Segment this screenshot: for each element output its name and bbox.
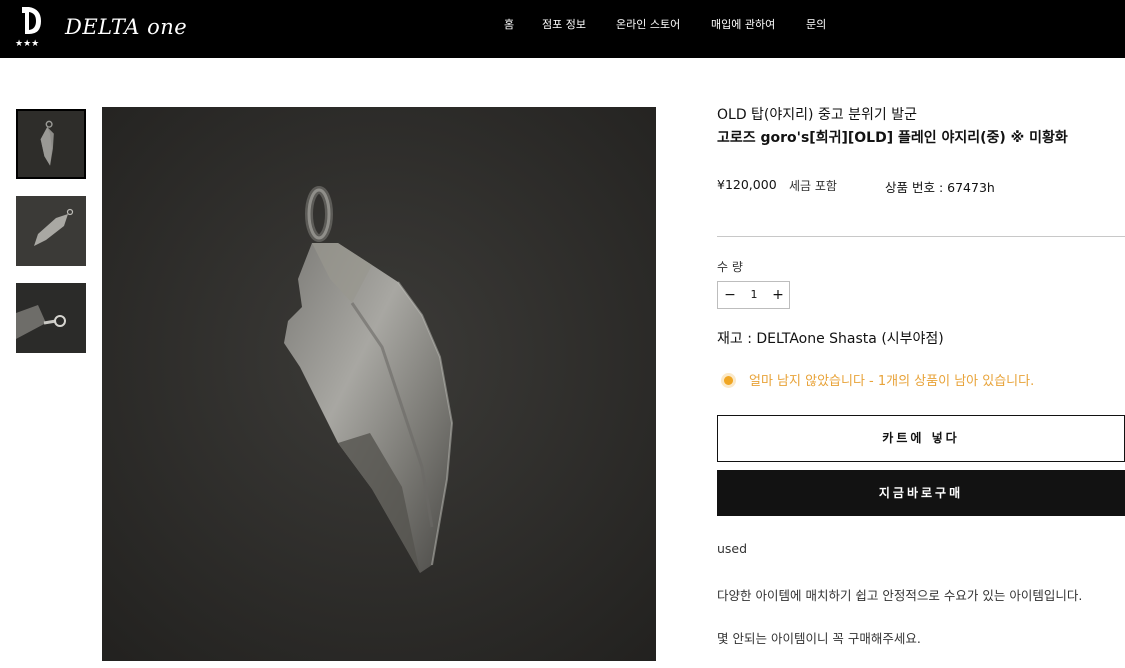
svg-text:★★★: ★★★ — [15, 39, 39, 48]
quantity-increase-button[interactable]: + — [766, 282, 790, 308]
pendant-angled-thumbnail-icon — [16, 196, 86, 266]
pendant-bail-thumbnail-icon — [16, 283, 86, 353]
buy-now-button[interactable]: 지금바로구매 — [717, 470, 1125, 516]
nav-online-store[interactable]: 온라인 스토어 — [616, 16, 680, 32]
low-stock-message: 얼마 남지 않았습니다 - 1개의 상품이 남아 있습니다. — [749, 374, 1035, 389]
low-stock-indicator-icon — [724, 376, 733, 385]
nav-store-info[interactable]: 점포 정보 — [542, 16, 586, 32]
product-price: ¥120,000 — [717, 177, 777, 192]
thumbnail-1[interactable] — [16, 109, 86, 179]
quantity-stepper: − + — [717, 281, 790, 309]
product-info: OLD 탑(야지리) 중고 분위기 발군 고로즈 goro's[희귀][OLD]… — [717, 0, 1125, 668]
thumbnail-2[interactable] — [16, 196, 86, 266]
main-product-image[interactable] — [102, 107, 656, 661]
stock-location: 재고 : DELTAone Shasta (시부야점) — [717, 331, 944, 347]
arrowhead-pendant-image-icon — [102, 107, 656, 661]
thumbnail-3[interactable] — [16, 283, 86, 353]
add-to-cart-button[interactable]: 카트에 넣다 — [717, 415, 1125, 462]
product-sku: 상품 번호 : 67473h — [885, 180, 995, 195]
quantity-input[interactable] — [742, 282, 766, 308]
nav-home[interactable]: 홈 — [504, 16, 514, 32]
quantity-decrease-button[interactable]: − — [718, 282, 742, 308]
product-description: 다양한 아이템에 매치하기 쉽고 안정적으로 수요가 있는 아이템입니다. — [717, 588, 1083, 603]
product-subtitle: OLD 탑(야지리) 중고 분위기 발군 — [717, 107, 918, 123]
product-condition: used — [717, 541, 748, 556]
product-title: 고로즈 goro's[희귀][OLD] 플레인 야지리(중) ※ 미황화 — [717, 130, 1068, 146]
tax-note: 세금 포함 — [789, 179, 837, 193]
arrowhead-pendant-thumbnail-icon — [18, 111, 84, 177]
divider — [717, 236, 1125, 237]
product-note: 몇 안되는 아이템이니 꼭 구매해주세요. — [717, 631, 921, 646]
quantity-label: 수 량 — [717, 260, 743, 274]
